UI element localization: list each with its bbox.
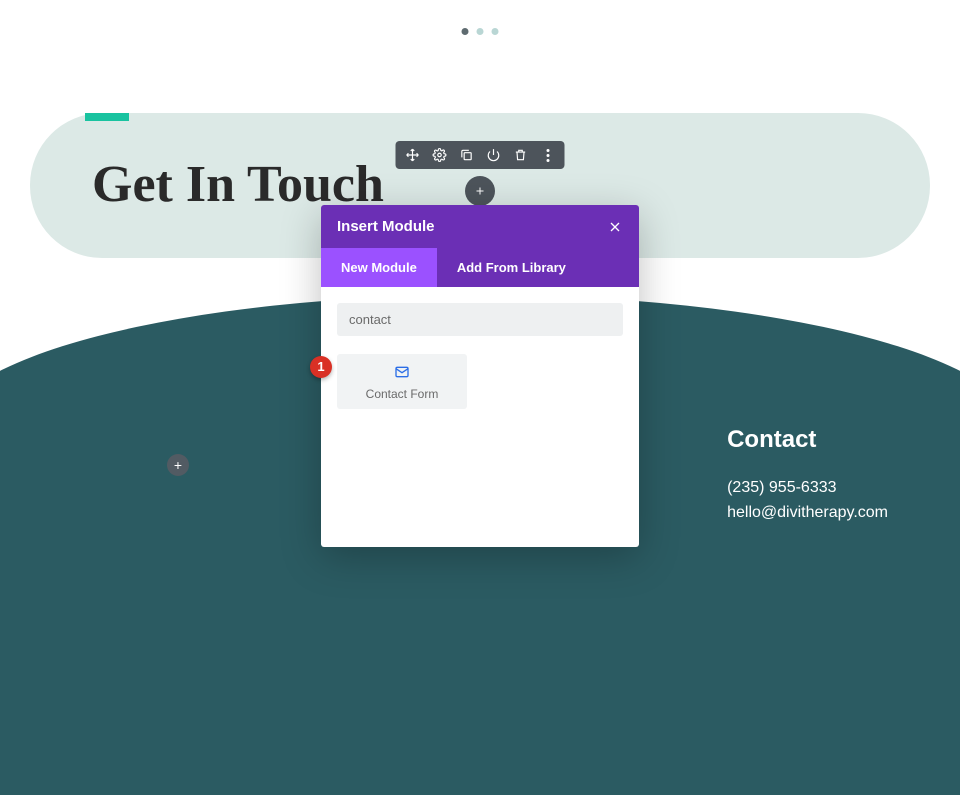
tab-new-module[interactable]: New Module: [321, 248, 437, 287]
carousel-dot[interactable]: [477, 28, 484, 35]
close-icon: [607, 219, 623, 235]
more-icon[interactable]: [541, 148, 555, 162]
contact-heading: Contact: [727, 426, 888, 454]
module-option-contact-form[interactable]: Contact Form: [337, 354, 467, 409]
carousel-dot[interactable]: [462, 28, 469, 35]
power-icon[interactable]: [487, 148, 501, 162]
annotation-badge: 1: [310, 356, 332, 378]
clone-icon[interactable]: [460, 148, 474, 162]
modal-header: Insert Module: [321, 205, 639, 248]
modal-body: Contact Form: [321, 287, 639, 547]
modal-title: Insert Module: [337, 218, 435, 235]
settings-toolbar: [396, 141, 565, 169]
move-icon[interactable]: [406, 148, 420, 162]
add-module-button[interactable]: [465, 176, 495, 206]
module-search-input[interactable]: [337, 303, 623, 336]
mail-icon: [392, 364, 412, 380]
carousel-dots: [462, 28, 499, 35]
trash-icon[interactable]: [514, 148, 528, 162]
module-option-label: Contact Form: [343, 387, 461, 401]
insert-module-modal: Insert Module New Module Add From Librar…: [321, 205, 639, 547]
carousel-dot[interactable]: [492, 28, 499, 35]
gear-icon[interactable]: [433, 148, 447, 162]
contact-phone: (235) 955-6333: [727, 476, 888, 501]
contact-block: Contact (235) 955-6333 hello@divitherapy…: [727, 426, 888, 526]
contact-email: hello@divitherapy.com: [727, 501, 888, 526]
tab-add-from-library[interactable]: Add From Library: [437, 248, 586, 287]
modal-tabs: New Module Add From Library: [321, 248, 639, 287]
add-section-button[interactable]: +: [167, 454, 189, 476]
plus-icon: [474, 185, 486, 197]
close-button[interactable]: [607, 219, 623, 235]
